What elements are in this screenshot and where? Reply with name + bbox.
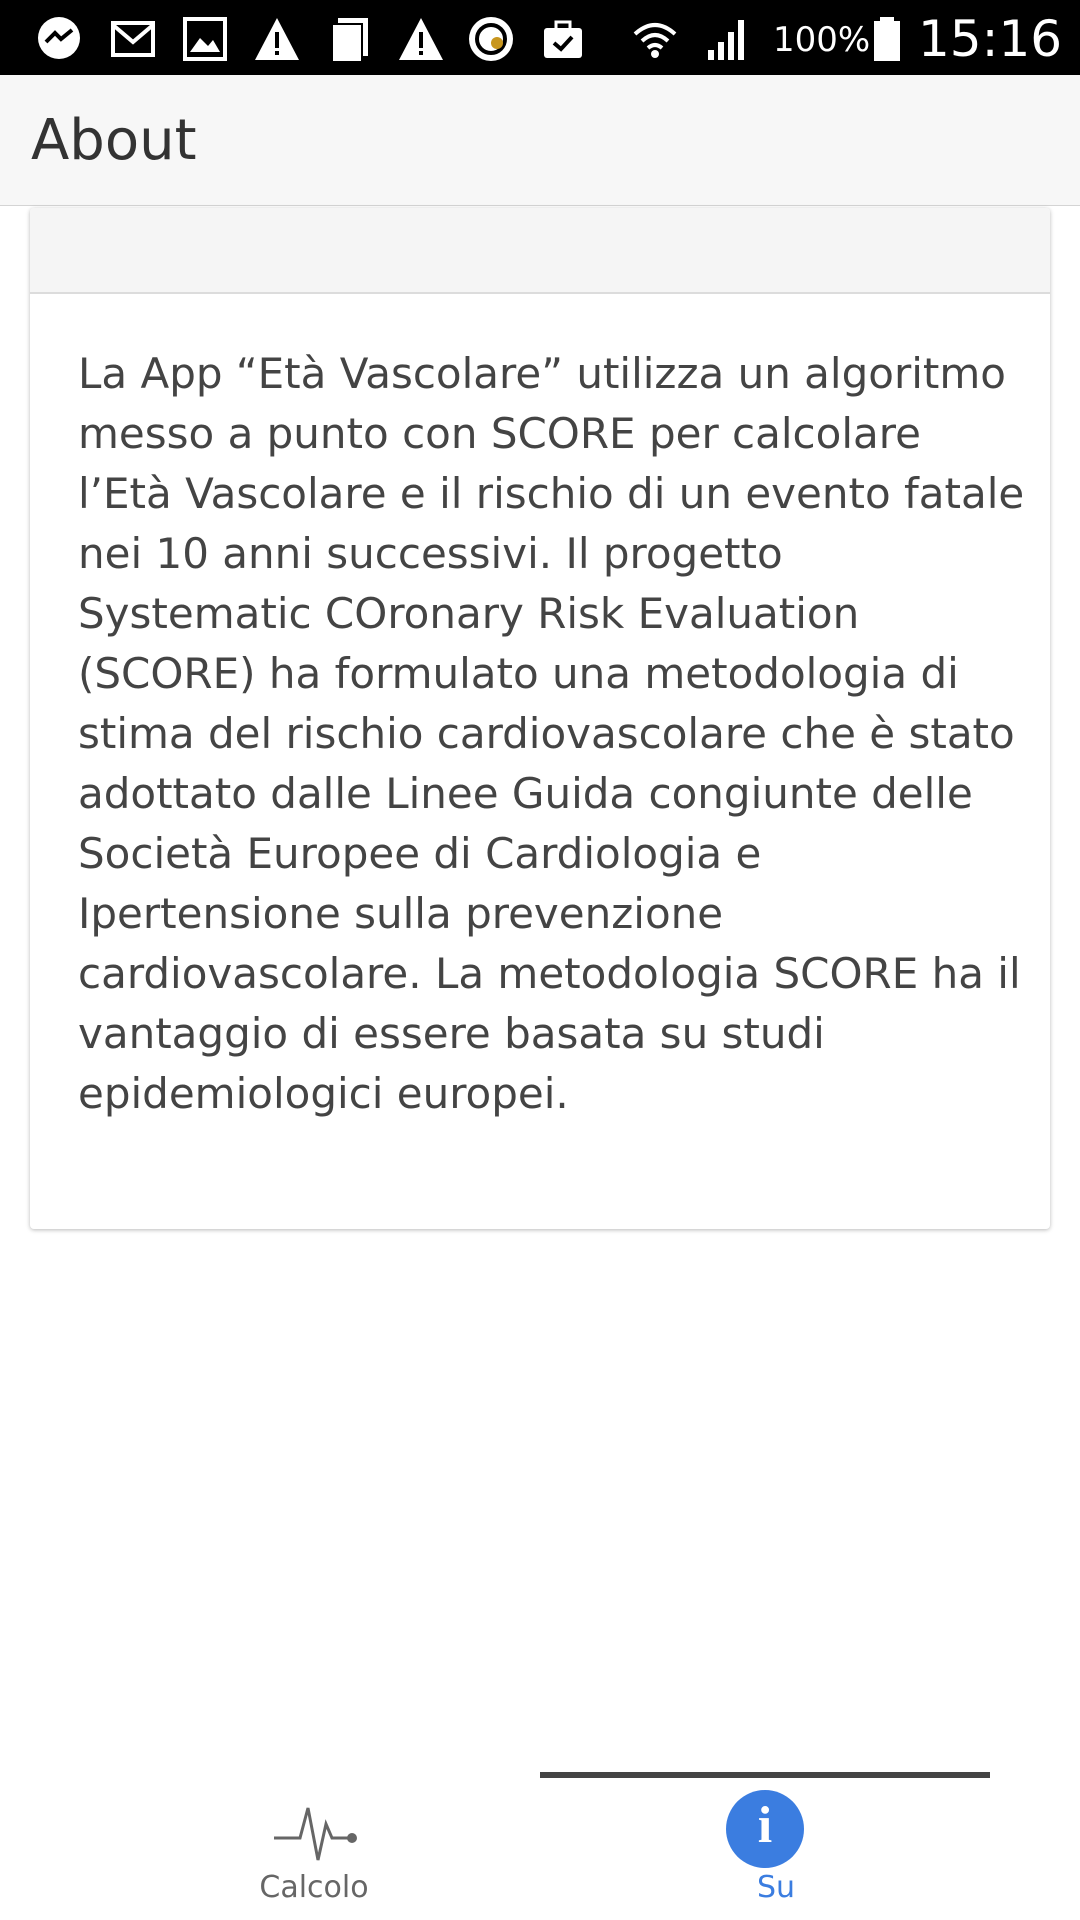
page-title: About (31, 108, 197, 173)
wifi-icon (633, 23, 677, 58)
heartbeat-icon (274, 1807, 357, 1861)
about-text: La App “Età Vascolare” utilizza un algor… (78, 349, 1025, 1118)
card-header (30, 208, 1050, 294)
gallery-icon (183, 17, 227, 61)
battery-icon (874, 17, 900, 61)
app-badge-icon (469, 17, 513, 61)
signal-icon (708, 20, 744, 60)
briefcase-check-icon (544, 20, 582, 58)
warning-icon (255, 18, 299, 60)
about-card: La App “Età Vascolare” utilizza un algor… (30, 208, 1050, 1229)
tab-su-label: Su (756, 1870, 796, 1905)
info-icon: i (726, 1790, 804, 1868)
warning-icon (399, 18, 443, 60)
info-glyph: i (757, 1797, 773, 1854)
battery-percent: 100% (773, 20, 871, 60)
tab-su[interactable]: i Su (540, 1760, 1080, 1920)
clock: 15:16 (918, 10, 1063, 68)
selected-tab-indicator (540, 1772, 990, 1778)
app-header: About (0, 75, 1080, 206)
messenger-icon (38, 17, 80, 59)
copy-icon (331, 18, 368, 63)
status-bar: 100% 15:16 (0, 0, 1080, 75)
gmail-icon (111, 21, 155, 57)
bottom-tab-bar: Calcolo i Su (0, 1760, 1080, 1920)
